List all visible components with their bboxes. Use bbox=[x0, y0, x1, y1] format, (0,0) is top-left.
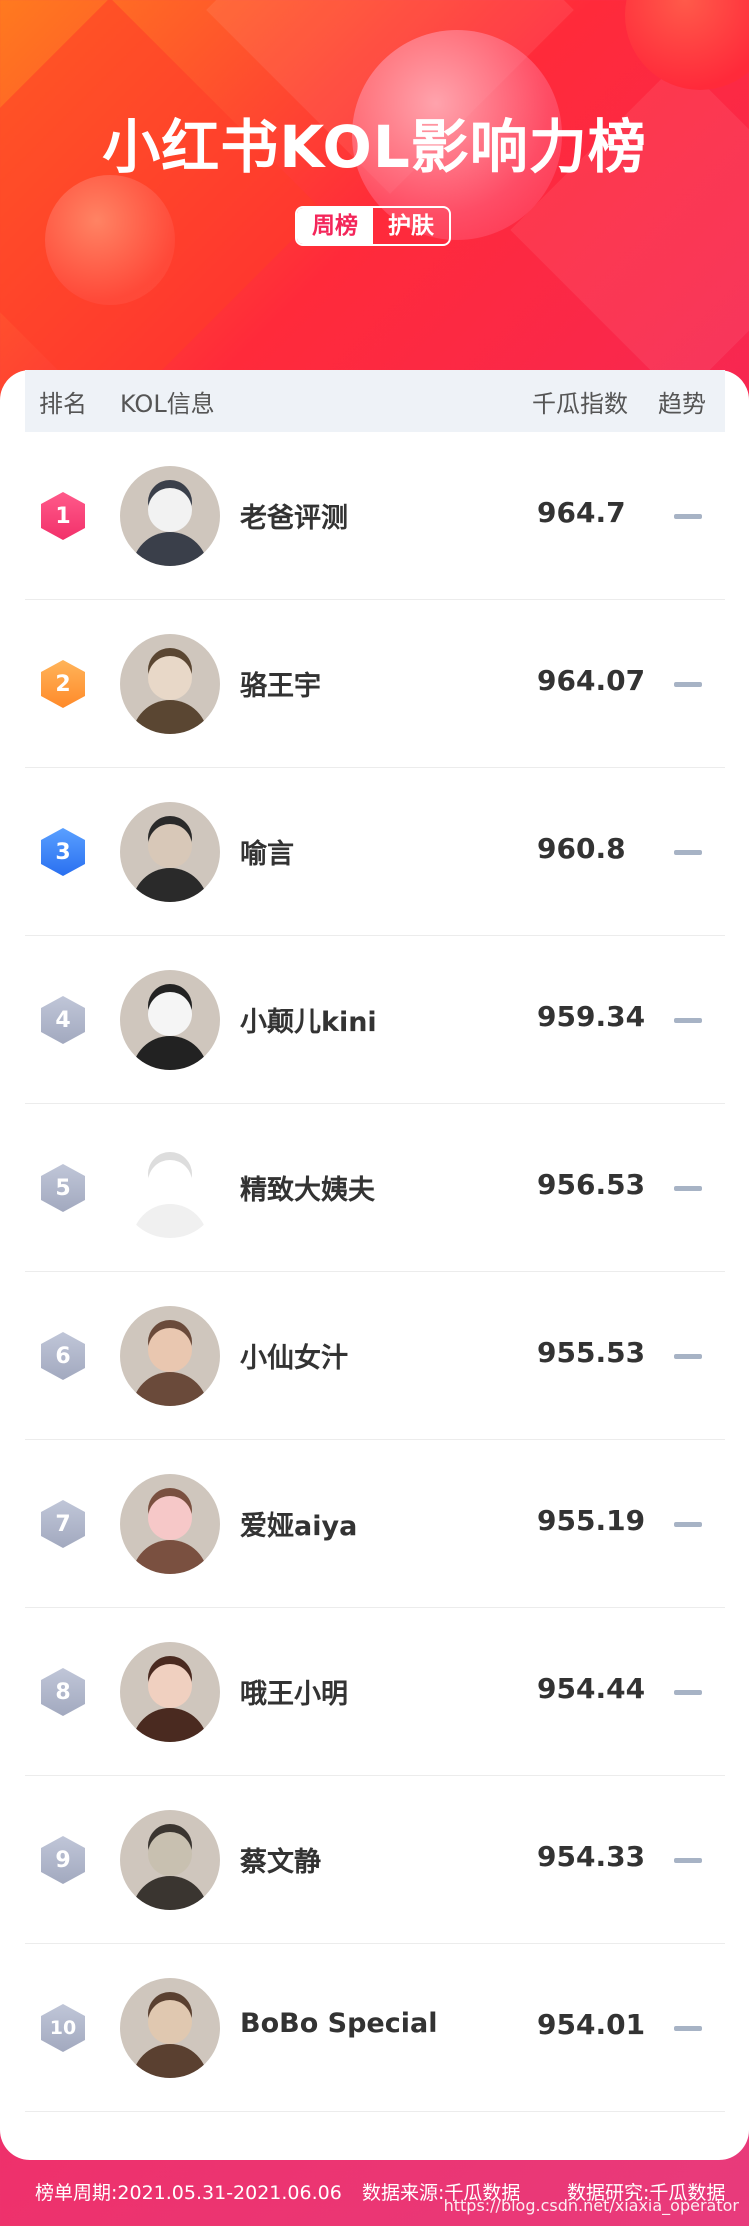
trend-flat-icon bbox=[674, 2026, 702, 2031]
kol-name[interactable]: 精致大姨夫 bbox=[240, 1168, 375, 1207]
trend-flat-icon bbox=[674, 1690, 702, 1695]
kol-score: 964.07 bbox=[537, 664, 646, 697]
avatar-head bbox=[148, 824, 192, 868]
avatar-body bbox=[132, 1036, 208, 1070]
decorative-shape bbox=[0, 0, 323, 423]
trend-flat-icon bbox=[674, 682, 702, 687]
avatar[interactable] bbox=[120, 634, 220, 734]
avatar-body bbox=[132, 1204, 208, 1238]
ranking-card: 排名 KOL信息 千瓜指数 趋势 1 老爸评测 964.7 2 骆王宇 964.07 3 喻言… bbox=[0, 370, 749, 2160]
kol-score: 964.7 bbox=[537, 496, 626, 529]
rank-badge: 1 bbox=[41, 492, 85, 540]
avatar-body bbox=[132, 700, 208, 734]
avatar-head bbox=[148, 1832, 192, 1876]
rank-badge: 5 bbox=[41, 1164, 85, 1212]
kol-score: 954.33 bbox=[537, 1840, 646, 1873]
avatar[interactable] bbox=[120, 802, 220, 902]
kol-name[interactable]: 爱娅aiya bbox=[240, 1504, 357, 1543]
avatar-body bbox=[132, 532, 208, 566]
kol-score: 960.8 bbox=[537, 832, 626, 865]
kol-score: 959.34 bbox=[537, 1000, 646, 1033]
tab-weekly[interactable]: 周榜 bbox=[297, 208, 373, 244]
trend-flat-icon bbox=[674, 1354, 702, 1359]
kol-name[interactable]: 喻言 bbox=[240, 832, 294, 871]
avatar-body bbox=[132, 868, 208, 902]
avatar-body bbox=[132, 1708, 208, 1742]
rank-badge: 7 bbox=[41, 1500, 85, 1548]
avatar[interactable] bbox=[120, 1642, 220, 1742]
trend-flat-icon bbox=[674, 514, 702, 519]
table-row[interactable]: 2 骆王宇 964.07 bbox=[25, 600, 725, 768]
avatar[interactable] bbox=[120, 1474, 220, 1574]
decorative-ball bbox=[625, 0, 749, 90]
decorative-ball bbox=[45, 175, 175, 305]
kol-name[interactable]: 小颠儿kini bbox=[240, 1000, 377, 1039]
avatar-body bbox=[132, 1876, 208, 1910]
avatar-head bbox=[148, 1496, 192, 1540]
kol-name[interactable]: 小仙女汁 bbox=[240, 1336, 348, 1375]
avatar-head bbox=[148, 2000, 192, 2044]
kol-score: 954.44 bbox=[537, 1672, 646, 1705]
avatar[interactable] bbox=[120, 1978, 220, 2078]
avatar-body bbox=[132, 2044, 208, 2078]
page-title: 小红书KOL影响力榜 bbox=[102, 113, 647, 181]
kol-name[interactable]: 哦王小明 bbox=[240, 1672, 348, 1711]
tab-group: 周榜 护肤 bbox=[295, 206, 451, 246]
watermark: https://blog.csdn.net/xiaxia_operator bbox=[443, 2196, 739, 2215]
avatar-body bbox=[132, 1540, 208, 1574]
table-row[interactable]: 10 BoBo Special 954.01 bbox=[25, 1944, 725, 2112]
avatar-head bbox=[148, 1328, 192, 1372]
kol-name[interactable]: 老爸评测 bbox=[240, 496, 348, 535]
avatar[interactable] bbox=[120, 1306, 220, 1406]
avatar[interactable] bbox=[120, 970, 220, 1070]
table-row[interactable]: 8 哦王小明 954.44 bbox=[25, 1608, 725, 1776]
rank-badge: 6 bbox=[41, 1332, 85, 1380]
table-row[interactable]: 1 老爸评测 964.7 bbox=[25, 432, 725, 600]
kol-score: 954.01 bbox=[537, 2008, 646, 2041]
avatar[interactable] bbox=[120, 1138, 220, 1238]
rank-badge: 4 bbox=[41, 996, 85, 1044]
trend-flat-icon bbox=[674, 1522, 702, 1527]
avatar-head bbox=[148, 656, 192, 700]
table-header: 排名 KOL信息 千瓜指数 趋势 bbox=[25, 370, 725, 432]
table-row[interactable]: 5 精致大姨夫 956.53 bbox=[25, 1104, 725, 1272]
kol-score: 956.53 bbox=[537, 1168, 646, 1201]
column-header-kol: KOL信息 bbox=[120, 389, 215, 418]
table-row[interactable]: 4 小颠儿kini 959.34 bbox=[25, 936, 725, 1104]
footer-period: 榜单周期:2021.05.31-2021.06.06 bbox=[35, 2182, 342, 2204]
trend-flat-icon bbox=[674, 1186, 702, 1191]
kol-name[interactable]: 蔡文静 bbox=[240, 1840, 321, 1879]
column-header-index: 千瓜指数 bbox=[532, 389, 628, 418]
avatar-head bbox=[148, 992, 192, 1036]
avatar-body bbox=[132, 1372, 208, 1406]
column-header-rank: 排名 bbox=[39, 389, 87, 418]
table-row[interactable]: 7 爱娅aiya 955.19 bbox=[25, 1440, 725, 1608]
avatar[interactable] bbox=[120, 1810, 220, 1910]
rank-badge: 3 bbox=[41, 828, 85, 876]
kol-name[interactable]: 骆王宇 bbox=[240, 664, 321, 703]
kol-score: 955.53 bbox=[537, 1336, 646, 1369]
trend-flat-icon bbox=[674, 1018, 702, 1023]
avatar-head bbox=[148, 488, 192, 532]
avatar[interactable] bbox=[120, 466, 220, 566]
rank-badge: 2 bbox=[41, 660, 85, 708]
kol-score: 955.19 bbox=[537, 1504, 646, 1537]
avatar-head bbox=[148, 1160, 192, 1204]
table-row[interactable]: 6 小仙女汁 955.53 bbox=[25, 1272, 725, 1440]
rank-badge: 9 bbox=[41, 1836, 85, 1884]
rank-badge: 10 bbox=[41, 2004, 85, 2052]
column-header-trend: 趋势 bbox=[658, 389, 706, 418]
tab-skincare[interactable]: 护肤 bbox=[373, 208, 449, 244]
table-row[interactable]: 3 喻言 960.8 bbox=[25, 768, 725, 936]
trend-flat-icon bbox=[674, 1858, 702, 1863]
trend-flat-icon bbox=[674, 850, 702, 855]
kol-name[interactable]: BoBo Special bbox=[240, 2008, 437, 2039]
rank-badge: 8 bbox=[41, 1668, 85, 1716]
avatar-head bbox=[148, 1664, 192, 1708]
table-row[interactable]: 9 蔡文静 954.33 bbox=[25, 1776, 725, 1944]
